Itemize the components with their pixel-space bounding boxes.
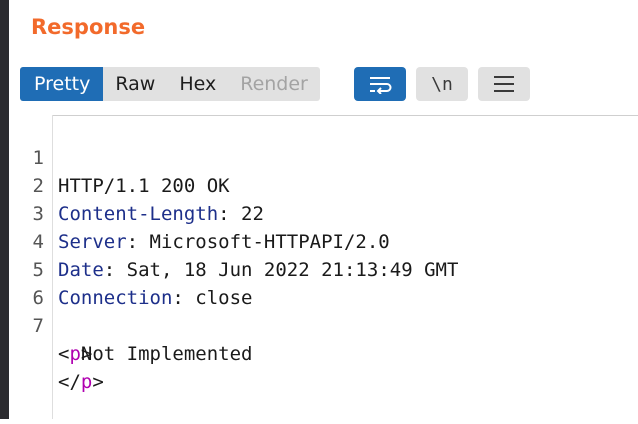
show-newlines-button[interactable]: \n <box>416 67 468 101</box>
wrap-lines-button[interactable] <box>354 67 406 101</box>
header-name: Content-Length <box>58 203 219 225</box>
tab-raw[interactable]: Raw <box>103 67 167 101</box>
code-line: 1 HTTP/1.1 200 OK <box>0 116 230 197</box>
menu-button[interactable] <box>478 67 530 101</box>
header-separator: : <box>218 203 242 225</box>
header-name: Server <box>58 231 127 253</box>
hamburger-menu-icon <box>494 76 514 92</box>
code-line: 2 Content-Length: 22 <box>0 144 264 225</box>
header-separator: : <box>126 231 150 253</box>
code-line: </p> <box>0 340 104 393</box>
status-line: HTTP/1.1 200 OK <box>58 175 230 197</box>
header-name: Date <box>58 259 104 281</box>
header-separator: : <box>103 259 127 281</box>
tag-bracket: > <box>92 371 104 393</box>
wrap-lines-icon <box>370 77 392 94</box>
code-line: 3 Server: Microsoft-HTTPAPI/2.0 <box>0 172 390 253</box>
html-tag-name: p <box>80 371 93 393</box>
line-number-gutter <box>52 115 53 419</box>
tag-bracket: </ <box>58 371 81 393</box>
header-name: Connection <box>58 287 173 309</box>
code-line: 6 <box>0 256 46 309</box>
newline-icon: \n <box>431 73 453 95</box>
panel-title: Response <box>31 15 146 39</box>
code-line: 5 Connection: close <box>0 228 253 309</box>
header-value: Sat, 18 Jun 2022 21:13:49 GMT <box>126 259 459 281</box>
header-value: close <box>195 287 253 309</box>
editor-border <box>52 115 638 116</box>
header-value: Microsoft-HTTPAPI/2.0 <box>149 231 390 253</box>
tab-render[interactable]: Render <box>228 67 320 101</box>
tab-pretty[interactable]: Pretty <box>20 67 104 101</box>
code-line: Not Implemented <box>0 312 253 365</box>
header-separator: : <box>172 287 196 309</box>
header-value: 22 <box>241 203 264 225</box>
body-text: Not Implemented <box>58 343 253 365</box>
code-line: 7 <p> <box>0 284 93 365</box>
view-tabs: Pretty Raw Hex Render <box>20 67 320 101</box>
tab-hex[interactable]: Hex <box>167 67 228 101</box>
code-line: 4 Date: Sat, 18 Jun 2022 21:13:49 GMT <box>0 200 459 281</box>
